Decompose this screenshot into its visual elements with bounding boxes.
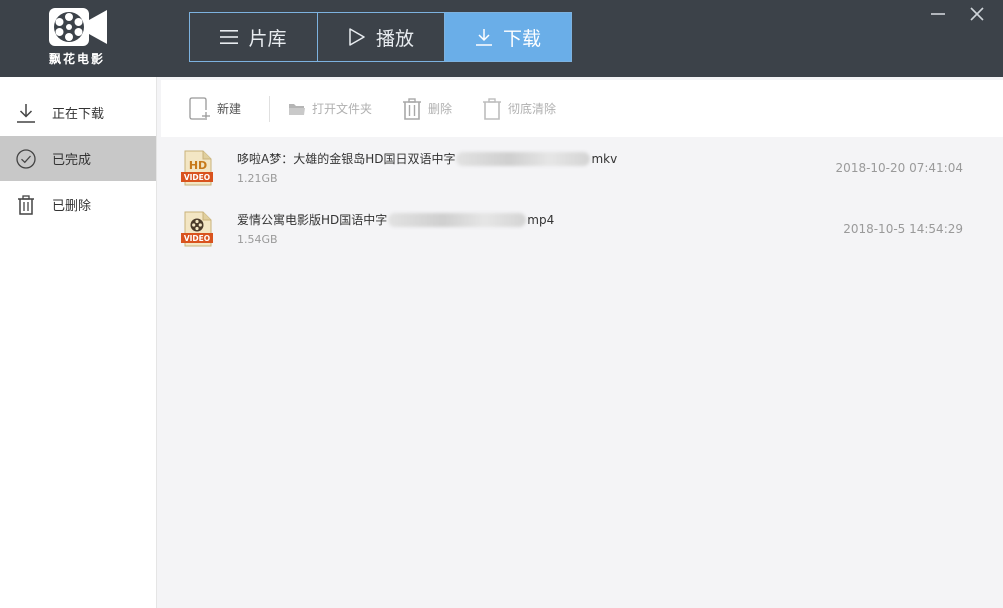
- file-name: 爱情公寓电影版HD国语中字 mp4: [237, 211, 554, 228]
- new-file-icon: [189, 96, 211, 121]
- trash-icon: [15, 194, 37, 216]
- file-date: 2018-10-20 07:41:04: [835, 160, 963, 175]
- sidebar-item-label: 已完成: [52, 153, 92, 168]
- tab-library-label: 片库: [248, 27, 287, 50]
- file-name: 哆啦A梦：大雄的金银岛HD国日双语中字 mkv: [237, 150, 617, 167]
- film-camera-icon: [49, 8, 107, 46]
- sidebar: 正在下载 已完成 已删除: [0, 77, 157, 608]
- file-name-suffix: mp4: [527, 212, 555, 227]
- tab-play[interactable]: 播放: [317, 13, 444, 61]
- play-icon: [348, 28, 366, 46]
- minimize-button[interactable]: [927, 4, 949, 24]
- sidebar-item-label: 正在下载: [52, 107, 105, 122]
- tab-download-label: 下载: [502, 27, 541, 50]
- sidebar-item-completed[interactable]: 已完成: [0, 136, 156, 181]
- svg-text:HD: HD: [189, 159, 207, 172]
- tab-play-label: 播放: [375, 27, 414, 50]
- open-folder-label: 打开文件夹: [312, 102, 373, 116]
- sidebar-item-downloading[interactable]: 正在下载: [0, 90, 156, 135]
- purge-button[interactable]: 彻底清除: [482, 97, 557, 120]
- download-icon: [15, 102, 37, 124]
- tab-library[interactable]: 片库: [190, 13, 317, 61]
- main-panel: 新建 打开文件夹 删除 彻底清除 HD VIDEO 哆啦A梦：大雄的金银岛HD国…: [161, 80, 1003, 608]
- folder-icon: [288, 102, 306, 116]
- file-size: 1.21GB: [237, 172, 278, 185]
- file-name-suffix: mkv: [591, 151, 618, 166]
- sidebar-item-deleted[interactable]: 已删除: [0, 182, 156, 227]
- menu-icon: [220, 29, 239, 45]
- file-info: 爱情公寓电影版HD国语中字 mp4 1.54GB: [237, 211, 554, 246]
- close-button[interactable]: [966, 4, 988, 24]
- redacted-text: [388, 212, 527, 227]
- new-button[interactable]: 新建: [189, 96, 242, 121]
- delete-label: 删除: [428, 102, 453, 116]
- file-row[interactable]: HD VIDEO 哆啦A梦：大雄的金银岛HD国日双语中字 mkv 1.21GB …: [161, 137, 1003, 198]
- file-info: 哆啦A梦：大雄的金银岛HD国日双语中字 mkv 1.21GB: [237, 150, 617, 185]
- minimize-icon: [931, 13, 945, 15]
- main-nav: 片库 播放 下载: [189, 12, 572, 62]
- tab-download[interactable]: 下载: [444, 13, 571, 61]
- check-circle-icon: [15, 148, 37, 170]
- delete-button[interactable]: 删除: [402, 97, 453, 120]
- svg-text:VIDEO: VIDEO: [184, 173, 210, 182]
- hd-video-icon: HD VIDEO: [181, 150, 213, 185]
- completed-file-list: HD VIDEO 哆啦A梦：大雄的金银岛HD国日双语中字 mkv 1.21GB …: [161, 137, 1003, 259]
- new-button-label: 新建: [217, 102, 242, 116]
- redacted-text: [456, 151, 591, 166]
- sidebar-item-label: 已删除: [52, 199, 92, 214]
- file-name-prefix: 哆啦A梦：大雄的金银岛HD国日双语中字: [237, 152, 456, 166]
- trash-icon: [402, 97, 422, 120]
- title-bar: 飘花电影 片库 播放 下载: [0, 0, 1003, 77]
- app-logo: 飘花电影: [34, 6, 120, 68]
- video-file-icon: VIDEO: [181, 211, 213, 246]
- toolbar: 新建 打开文件夹 删除 彻底清除: [161, 80, 1003, 137]
- file-size: 1.54GB: [237, 233, 278, 246]
- purge-label: 彻底清除: [508, 102, 557, 116]
- svg-text:VIDEO: VIDEO: [184, 234, 210, 243]
- file-date: 2018-10-5 14:54:29: [843, 221, 963, 236]
- download-icon: [475, 28, 493, 46]
- open-folder-button[interactable]: 打开文件夹: [288, 100, 372, 117]
- toolbar-divider: [269, 95, 271, 122]
- file-row[interactable]: VIDEO 爱情公寓电影版HD国语中字 mp4 1.54GB 2018-10-5…: [161, 198, 1003, 259]
- close-icon: [970, 7, 984, 21]
- trash-empty-icon: [482, 97, 502, 120]
- app-name: 飘花电影: [48, 52, 105, 66]
- file-name-prefix: 爱情公寓电影版HD国语中字: [237, 213, 388, 227]
